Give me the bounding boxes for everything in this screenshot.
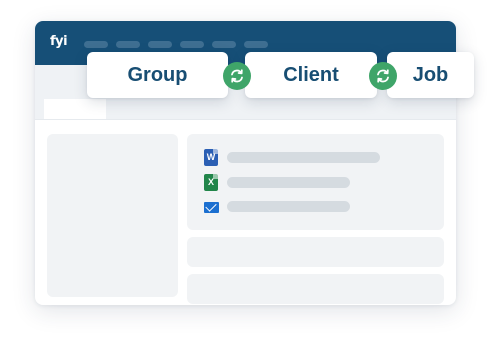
documents-panel: W X: [187, 134, 444, 230]
header-tab-placeholder[interactable]: [148, 41, 172, 48]
list-item[interactable]: [204, 199, 219, 215]
job-card[interactable]: Job: [387, 52, 474, 98]
sidebar-panel: [47, 134, 178, 297]
word-document-icon: W: [204, 148, 218, 166]
header-tab-placeholder[interactable]: [212, 41, 236, 48]
divider: [35, 119, 456, 120]
document-name-placeholder: [227, 152, 380, 163]
content-row-placeholder[interactable]: [187, 274, 444, 304]
group-card[interactable]: Group: [87, 52, 228, 98]
fyi-logo: fyi: [50, 34, 68, 49]
header-tab-placeholder[interactable]: [244, 41, 268, 48]
header-tab-placeholder[interactable]: [84, 41, 108, 48]
job-label: Job: [412, 63, 449, 86]
sync-icon: [223, 62, 251, 90]
list-item[interactable]: X: [204, 173, 218, 191]
email-icon: [204, 201, 219, 213]
document-name-placeholder: [227, 177, 350, 188]
content-row-placeholder[interactable]: [187, 237, 444, 267]
header-tab-placeholder[interactable]: [116, 41, 140, 48]
email-subject-placeholder: [227, 201, 350, 212]
header-tab-placeholder[interactable]: [180, 41, 204, 48]
excel-spreadsheet-icon: X: [204, 173, 218, 191]
list-item[interactable]: W: [204, 148, 218, 166]
group-label: Group: [127, 63, 188, 86]
sync-icon: [369, 62, 397, 90]
active-tab[interactable]: [44, 99, 106, 119]
client-label: Client: [283, 63, 339, 86]
client-card[interactable]: Client: [245, 52, 377, 98]
